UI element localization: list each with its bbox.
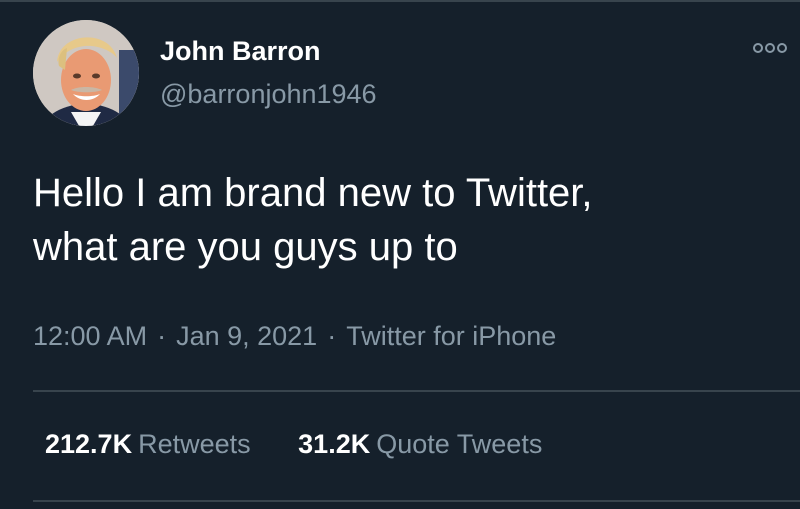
- more-icon: [753, 43, 787, 53]
- quote-tweets-stat[interactable]: 31.2K Quote Tweets: [298, 428, 542, 460]
- retweets-count: 212.7K: [45, 429, 133, 459]
- tweet-date[interactable]: Jan 9, 2021: [176, 321, 317, 351]
- meta-separator: ·: [157, 321, 167, 351]
- quote-tweets-label: Quote Tweets: [376, 429, 543, 459]
- meta-separator: ·: [327, 321, 337, 351]
- stats-bottom-divider: [33, 500, 800, 502]
- tweet-time[interactable]: 12:00 AM: [33, 321, 147, 351]
- retweets-stat[interactable]: 212.7K Retweets: [45, 428, 251, 460]
- stats-top-divider: [33, 390, 800, 392]
- tweet-text-line: Hello I am brand new to Twitter,: [33, 171, 593, 215]
- profile-photo-image: [33, 20, 139, 126]
- top-divider: [0, 0, 800, 2]
- avatar[interactable]: [33, 20, 139, 126]
- tweet-text: Hello I am brand new to Twitter, what ar…: [33, 166, 773, 274]
- tweet-source-link[interactable]: Twitter for iPhone: [346, 321, 556, 351]
- user-handle[interactable]: @barronjohn1946: [160, 78, 377, 110]
- display-name[interactable]: John Barron: [160, 35, 321, 67]
- retweets-label: Retweets: [138, 429, 251, 459]
- tweet-meta: 12:00 AM · Jan 9, 2021 · Twitter for iPhone: [33, 320, 556, 352]
- tweet-stats: 212.7K Retweets 31.2K Quote Tweets: [45, 428, 542, 460]
- tweet-text-line: what are you guys up to: [33, 225, 458, 269]
- quote-tweets-count: 31.2K: [298, 429, 371, 459]
- more-options-button[interactable]: [750, 36, 790, 60]
- tweet-card: John Barron @barronjohn1946 Hello I am b…: [0, 0, 800, 509]
